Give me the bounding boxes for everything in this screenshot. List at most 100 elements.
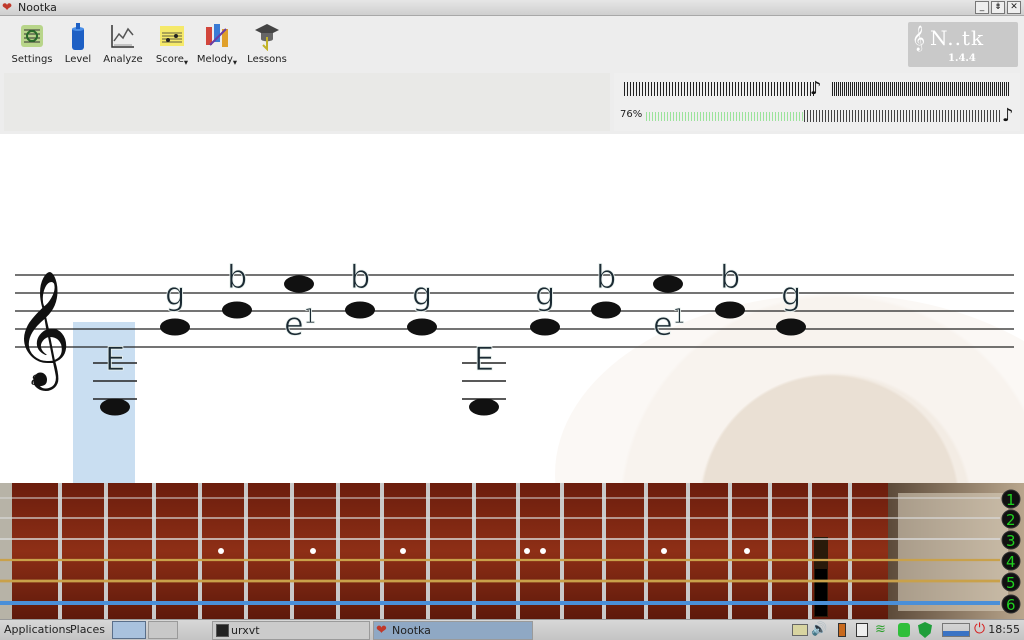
note-head	[284, 275, 314, 293]
fret-wire	[426, 483, 430, 619]
note-name-label: b	[596, 258, 616, 296]
note-name-label: b	[720, 258, 740, 296]
fret-marker-dot	[218, 548, 224, 554]
score-note[interactable]: b	[222, 258, 252, 319]
clipboard-icon[interactable]	[856, 623, 868, 637]
notes-applet-icon[interactable]	[792, 624, 808, 636]
score-note[interactable]: E	[462, 340, 506, 416]
places-menu[interactable]: Places	[70, 623, 105, 636]
fret-wire	[686, 483, 690, 619]
lessons-button[interactable]: Lessons	[244, 21, 290, 65]
tuning-level-track[interactable]	[804, 110, 1000, 122]
melody-menu-button[interactable]: Melody▾	[196, 21, 238, 67]
note-icon-2: ♪	[1002, 105, 1014, 126]
fret-marker-dot	[524, 548, 530, 554]
fret-wire	[728, 483, 732, 619]
score-menu-button[interactable]: Score▾	[152, 21, 192, 67]
fret-wire	[602, 483, 606, 619]
note-head	[776, 318, 806, 336]
maximize-button[interactable]: ⇟	[991, 1, 1005, 14]
note-name-label: E	[105, 340, 125, 378]
nootka-heart-icon: ❤	[2, 0, 13, 14]
score-note[interactable]: g	[160, 275, 190, 336]
window-title: Nootka	[18, 1, 57, 14]
octave-8-marker: 8	[31, 373, 40, 389]
settings-label: Settings	[11, 54, 53, 65]
fret-wire	[808, 483, 812, 619]
level-button[interactable]: Level	[60, 21, 96, 65]
fret-wire	[104, 483, 108, 619]
treble-clef-icon: 𝄞	[12, 269, 71, 391]
score-staff-area[interactable]: 𝄞 8 Eg b e1 b g Eg b e1 b g	[0, 134, 1024, 483]
level-icon	[72, 23, 84, 50]
applications-menu[interactable]: Applications	[4, 623, 71, 636]
note-head	[407, 318, 437, 336]
note-head	[469, 398, 499, 416]
score-note[interactable]: g	[530, 275, 560, 336]
fret-wire	[58, 483, 62, 619]
note-head	[100, 398, 130, 416]
note-head	[530, 318, 560, 336]
fret-wire	[516, 483, 520, 619]
score-note[interactable]: e1	[653, 275, 686, 344]
tuning-level-fill	[646, 112, 804, 121]
note-name-label: g	[165, 275, 185, 313]
nut	[0, 483, 12, 619]
fret-wire	[244, 483, 248, 619]
melody-label: Melody	[196, 54, 233, 65]
volume-bar-left	[624, 82, 814, 96]
clock: 18:55	[988, 623, 1020, 636]
score-note[interactable]: b	[591, 258, 621, 319]
note-name-label: e1	[653, 304, 685, 343]
score-note[interactable]: b	[345, 258, 375, 319]
analyze-label: Analyze	[103, 54, 143, 65]
staff: 𝄞 8 Eg b e1 b g Eg b e1 b g	[12, 258, 1014, 483]
battery-icon[interactable]	[838, 623, 846, 637]
score-note[interactable]: e1	[284, 275, 317, 344]
lessons-label: Lessons	[247, 54, 287, 65]
guitar-label-sticker	[898, 493, 1008, 611]
fret-marker-dot	[310, 548, 316, 554]
note-head	[591, 301, 621, 319]
disk-icon[interactable]	[898, 623, 910, 637]
score-note[interactable]: g	[407, 275, 437, 336]
pitch-meters: ♪ 76% ♪	[614, 73, 1020, 131]
close-button[interactable]: ✕	[1007, 1, 1021, 14]
fret-wire	[472, 483, 476, 619]
fret-wire	[380, 483, 384, 619]
taskbar-nootka-label: Nootka	[392, 624, 431, 637]
analyze-button[interactable]: Analyze	[102, 21, 144, 65]
volume-bar-right	[832, 82, 1010, 96]
taskbar-urxvt-label: urxvt	[231, 624, 260, 637]
settings-button[interactable]: Settings	[10, 21, 54, 65]
score-note[interactable]: b	[715, 258, 745, 319]
shield-icon[interactable]	[918, 622, 932, 638]
workspace-2[interactable]	[148, 621, 178, 639]
score-label: Score	[155, 54, 184, 65]
fret-marker-dot	[661, 548, 667, 554]
window-titlebar: ❤ Nootka _ ⇟ ✕	[0, 0, 1024, 16]
main-toolbar: Settings Level Analyze Score▾ Melody▾ Le…	[0, 17, 1024, 71]
string-number: 2	[1006, 511, 1016, 529]
string-number: 5	[1006, 574, 1016, 592]
logo-text: N..tk	[930, 26, 985, 50]
taskbar-urxvt[interactable]: urxvt	[212, 621, 370, 640]
fret-wire	[768, 483, 772, 619]
fret-marker-dot	[744, 548, 750, 554]
power-icon[interactable]: ⏻	[974, 621, 985, 637]
nootka-task-icon: ❤	[376, 623, 387, 638]
wifi-icon[interactable]: ≋	[875, 622, 886, 637]
guitar-fretboard[interactable]: 1 2 3 4 5 6	[0, 483, 1024, 619]
note-name-label: e1	[284, 304, 316, 343]
fret-wire	[560, 483, 564, 619]
taskbar-nootka[interactable]: ❤ Nootka	[373, 621, 533, 640]
string-number: 3	[1006, 532, 1016, 550]
minimize-button[interactable]: _	[975, 1, 989, 14]
score-note[interactable]: g	[776, 275, 806, 336]
workspace-switcher[interactable]	[112, 621, 146, 639]
fret-wire	[290, 483, 294, 619]
cpu-graph-icon[interactable]	[942, 623, 970, 637]
volume-icon[interactable]: 🔊	[811, 622, 827, 637]
string-number: 1	[1006, 491, 1016, 509]
score-sheet-icon	[160, 26, 184, 46]
